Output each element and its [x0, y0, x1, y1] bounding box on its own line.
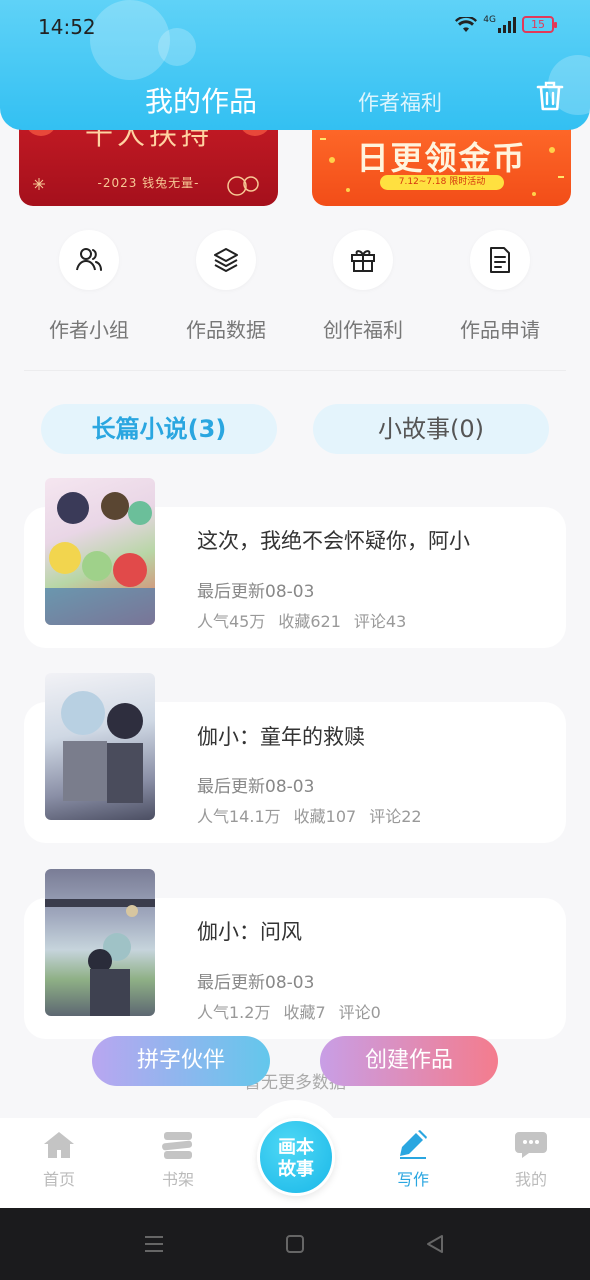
favorites-stat: 收藏107	[293, 807, 357, 826]
banner-daily-coins-title: 日更领金币	[356, 139, 527, 177]
create-work-button[interactable]: 创建作品	[320, 1036, 498, 1086]
work-updated: 最后更新08-03	[197, 582, 315, 602]
menu-icon[interactable]	[143, 1233, 165, 1255]
back-icon[interactable]	[424, 1233, 446, 1255]
tab-short-story[interactable]: 小故事(0)	[313, 404, 549, 454]
comments-stat: 评论43	[353, 612, 407, 631]
quick-work-application[interactable]: 作品申请	[460, 230, 540, 343]
comments-stat: 评论0	[338, 1003, 381, 1022]
work-stats: 人气45万 收藏621 评论43	[197, 608, 419, 632]
quick-creation-benefits[interactable]: 创作福利	[323, 230, 403, 343]
home-icon	[44, 1132, 74, 1158]
work-title: 这次，我绝不会怀疑你，阿小	[197, 529, 470, 553]
chat-bubble-icon	[515, 1132, 547, 1158]
tab-author-benefits[interactable]: 作者福利	[358, 87, 442, 117]
banner-daily-coins[interactable]: 日更领金币 7.12~7.18 限时活动	[312, 120, 571, 206]
tab-my-works[interactable]: 我的作品	[145, 80, 257, 120]
battery-icon: 15	[522, 16, 557, 33]
work-updated: 最后更新08-03	[197, 973, 315, 993]
comments-stat: 评论22	[369, 807, 422, 826]
bookshelf-icon	[162, 1132, 193, 1159]
layers-icon	[214, 248, 238, 272]
system-nav-bar	[0, 1208, 590, 1280]
work-title: 伽小：童年的救赎	[197, 725, 365, 749]
signal-icon	[498, 16, 516, 33]
work-updated: 最后更新08-03	[197, 777, 315, 797]
nav-write[interactable]: 写作	[378, 1130, 448, 1190]
people-icon	[76, 248, 102, 271]
no-more-data: 暂无更多数据	[244, 1073, 346, 1093]
favorites-stat: 收藏7	[283, 1003, 326, 1022]
work-stats: 人气14.1万 收藏107 评论22	[197, 803, 435, 827]
work-title: 伽小：问风	[197, 920, 302, 944]
work-cover[interactable]	[45, 673, 155, 820]
status-bar: 14:52 4G 15	[0, 0, 590, 52]
work-cover[interactable]	[45, 869, 155, 1016]
nav-mine[interactable]: 我的	[496, 1130, 566, 1190]
nav-home[interactable]: 首页	[24, 1130, 94, 1190]
status-time: 14:52	[38, 15, 96, 39]
tab-long-novel[interactable]: 长篇小说(3)	[41, 404, 277, 454]
wifi-icon	[455, 16, 478, 32]
banner-daily-coins-subtitle: 7.12~7.18 限时活动	[380, 175, 504, 190]
work-stats: 人气1.2万 收藏7 评论0	[197, 999, 394, 1023]
banner-support[interactable]: 千人扶持 -2023 钱兔无量-	[19, 120, 278, 206]
popularity-stat: 人气1.2万	[197, 1003, 271, 1022]
gift-icon	[351, 250, 375, 272]
app-header: 14:52 4G 15 我的作品 作者福利	[0, 0, 590, 130]
banner-support-subtitle: -2023 钱兔无量-	[97, 176, 200, 190]
center-story-button[interactable]: 画本 故事	[257, 1118, 335, 1196]
work-cover[interactable]	[45, 478, 155, 625]
nav-bookshelf[interactable]: 书架	[143, 1130, 213, 1190]
popularity-stat: 人气14.1万	[197, 807, 281, 826]
favorites-stat: 收藏621	[278, 612, 341, 631]
pen-icon	[400, 1130, 427, 1159]
quick-author-group[interactable]: 作者小组	[49, 230, 129, 343]
document-icon	[490, 247, 510, 273]
quick-work-data[interactable]: 作品数据	[186, 230, 266, 343]
popularity-stat: 人气45万	[197, 612, 266, 631]
section-divider	[24, 370, 566, 371]
home-square-icon[interactable]	[284, 1233, 306, 1255]
trash-icon[interactable]	[536, 80, 564, 112]
network-label: 4G	[483, 14, 496, 25]
writing-partner-button[interactable]: 拼字伙伴	[92, 1036, 270, 1086]
